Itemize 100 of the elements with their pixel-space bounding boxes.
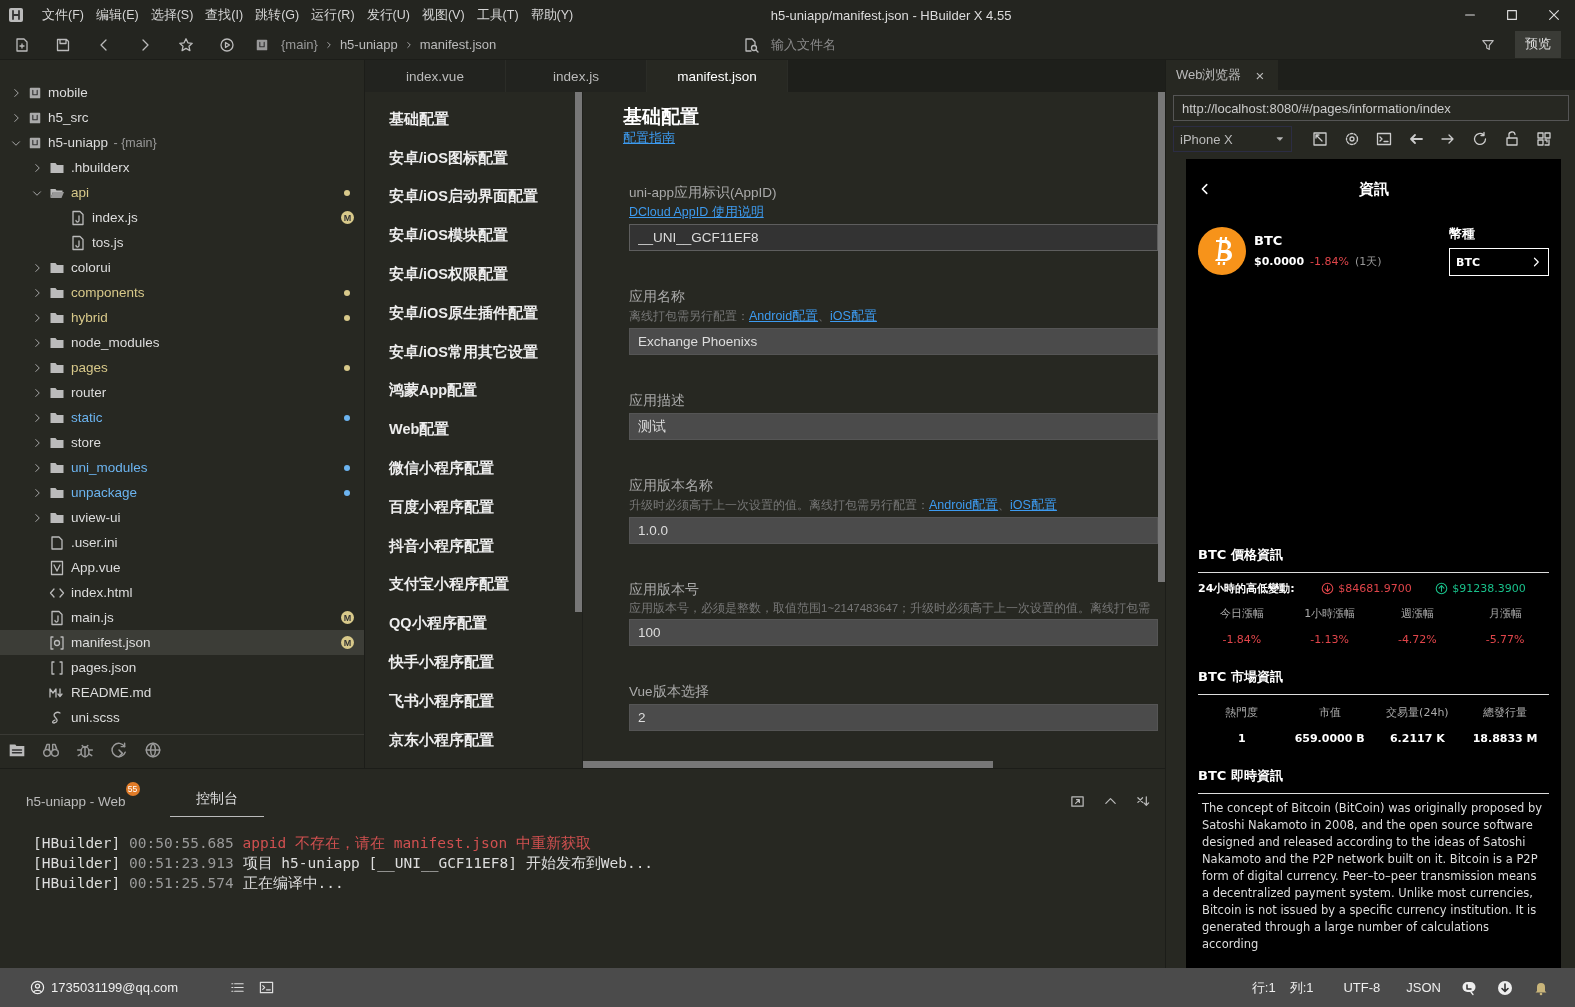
device-dropdown[interactable]: iPhone X	[1173, 126, 1292, 152]
cursor-position[interactable]: 列:1	[1289, 978, 1314, 997]
tree-item[interactable]: pages.json	[0, 655, 364, 680]
tree-item[interactable]: manifest.json M	[0, 630, 364, 655]
tree-item[interactable]: uview-ui	[0, 505, 364, 530]
settings-nav-item[interactable]: 安卓/iOS图标配置	[365, 138, 575, 178]
editor-tab[interactable]: index.vue	[365, 60, 506, 92]
tree-item[interactable]: h5-uniapp - {main}	[0, 130, 364, 155]
settings-nav-item[interactable]: 支付宝小程序配置	[365, 565, 575, 605]
scrollbar[interactable]	[575, 92, 582, 612]
terminal-icon[interactable]	[1376, 131, 1392, 147]
text-field[interactable]: 1.0.0	[629, 517, 1158, 544]
settings-nav-item[interactable]: 京东小程序配置	[365, 720, 575, 760]
menu-item[interactable]: 帮助(Y)	[524, 6, 580, 24]
menu-item[interactable]: 文件(F)	[36, 6, 90, 24]
text-field[interactable]: 100	[629, 619, 1158, 646]
language-label[interactable]: JSON	[1406, 980, 1441, 995]
menu-item[interactable]: 跳转(G)	[249, 6, 306, 24]
user-icon[interactable]	[30, 980, 45, 995]
tree-item[interactable]: App.vue	[0, 555, 364, 580]
tree-item[interactable]: mobile	[0, 80, 364, 105]
export-icon[interactable]	[1070, 794, 1085, 809]
tree-item[interactable]: router	[0, 380, 364, 405]
resize-icon[interactable]	[1312, 131, 1328, 147]
settings-nav-item[interactable]: 安卓/iOS模块配置	[365, 216, 575, 256]
breadcrumb-item[interactable]: manifest.json	[419, 37, 497, 52]
list-icon[interactable]	[230, 980, 245, 995]
help-link[interactable]: Android配置	[749, 308, 819, 325]
text-field[interactable]: 测试	[629, 413, 1158, 440]
tree-item[interactable]: .user.ini	[0, 530, 364, 555]
url-field[interactable]: http://localhost:8080/#/pages/information/index	[1173, 95, 1569, 121]
tree-item[interactable]: .hbuilderx	[0, 155, 364, 180]
scrollbar[interactable]	[583, 761, 993, 768]
chat-icon[interactable]	[1461, 979, 1477, 996]
editor-tab[interactable]: index.js	[506, 60, 647, 92]
menu-item[interactable]: 查找(I)	[199, 6, 250, 24]
tree-item[interactable]: static	[0, 405, 364, 430]
settings-nav-item[interactable]: Web配置	[365, 410, 575, 450]
file-search-field[interactable]: 输入文件名	[769, 36, 1073, 53]
globe-icon[interactable]	[144, 741, 162, 759]
tree-item[interactable]: unpackage	[0, 480, 364, 505]
tree-item[interactable]: main.js M	[0, 605, 364, 630]
breadcrumb-item[interactable]: {main}	[281, 37, 318, 52]
text-field[interactable]: Exchange Phoenixs	[629, 328, 1158, 355]
settings-nav-item[interactable]: 微信小程序配置	[365, 449, 575, 488]
menu-item[interactable]: 编辑(E)	[89, 6, 145, 24]
tree-item[interactable]: api	[0, 180, 364, 205]
qr-code-icon[interactable]	[1536, 131, 1552, 147]
coin-picker[interactable]: BTC	[1449, 248, 1549, 276]
menu-item[interactable]: 选择(S)	[144, 6, 200, 24]
save-icon[interactable]	[55, 36, 71, 53]
help-link[interactable]: DCloud AppID 使用说明	[629, 204, 764, 221]
tree-item[interactable]: node_modules	[0, 330, 364, 355]
console-tab[interactable]: 控制台	[169, 790, 264, 817]
close-button[interactable]: ×	[1255, 66, 1265, 84]
settings-nav-item[interactable]: QQ小程序配置	[365, 604, 575, 644]
settings-nav-item[interactable]: 飞书小程序配置	[365, 681, 575, 721]
preview-button[interactable]: 预览	[1515, 31, 1561, 58]
browser-tab[interactable]: Web浏览器 ×	[1166, 60, 1279, 90]
tree-item[interactable]: hybrid	[0, 305, 364, 330]
settings-nav-item[interactable]: 安卓/iOS常用其它设置	[365, 332, 575, 372]
cursor-position[interactable]: 行:1	[1251, 978, 1276, 997]
settings-nav-item[interactable]: 基础配置	[365, 100, 575, 139]
clear-icon[interactable]	[1136, 794, 1151, 809]
tree-item[interactable]: h5_src	[0, 105, 364, 130]
download-icon[interactable]	[1497, 979, 1513, 996]
terminal-icon[interactable]	[259, 980, 274, 995]
breadcrumb-item[interactable]: h5-uniapp	[339, 37, 398, 52]
tree-item[interactable]: index.html	[0, 580, 364, 605]
help-link[interactable]: iOS配置	[1010, 497, 1057, 514]
settings-icon[interactable]	[1344, 131, 1360, 147]
console-tab[interactable]: h5-uniapp - Web 55	[22, 782, 140, 817]
encoding-label[interactable]: UTF-8	[1343, 980, 1381, 995]
star-icon[interactable]	[178, 36, 194, 53]
settings-nav-item[interactable]: 百度小程序配置	[365, 487, 575, 527]
user-email[interactable]: 1735031199@qq.com	[51, 980, 179, 995]
run-icon[interactable]	[219, 36, 235, 53]
file-search-icon[interactable]	[743, 36, 759, 53]
settings-nav-item[interactable]: 快手小程序配置	[365, 643, 575, 682]
settings-nav-item[interactable]: 安卓/iOS原生插件配置	[365, 294, 575, 333]
maximize-icon[interactable]	[1505, 8, 1519, 22]
tree-item[interactable]: pages	[0, 355, 364, 380]
filter-icon[interactable]	[1481, 37, 1495, 52]
menu-item[interactable]: 工具(T)	[470, 6, 525, 24]
tree-item[interactable]: tos.js	[0, 230, 364, 255]
binoculars-icon[interactable]	[42, 741, 60, 759]
settings-nav-item[interactable]: 安卓/iOS启动界面配置	[365, 177, 575, 217]
tree-item[interactable]: store	[0, 430, 364, 455]
menu-item[interactable]: 运行(R)	[305, 6, 361, 24]
editor-tab[interactable]: manifest.json	[647, 60, 788, 92]
tree-item[interactable]: uni_modules	[0, 455, 364, 480]
tree-item[interactable]: components	[0, 280, 364, 305]
help-link[interactable]: iOS配置	[830, 308, 877, 325]
files-icon[interactable]	[8, 741, 26, 759]
reload-icon[interactable]	[1472, 131, 1488, 147]
menu-item[interactable]: 发行(U)	[360, 6, 416, 24]
tree-item[interactable]: colorui	[0, 255, 364, 280]
settings-nav-item[interactable]: 抖音小程序配置	[365, 526, 575, 566]
settings-nav-item[interactable]: 安卓/iOS权限配置	[365, 255, 575, 294]
sync-icon[interactable]	[110, 741, 128, 759]
